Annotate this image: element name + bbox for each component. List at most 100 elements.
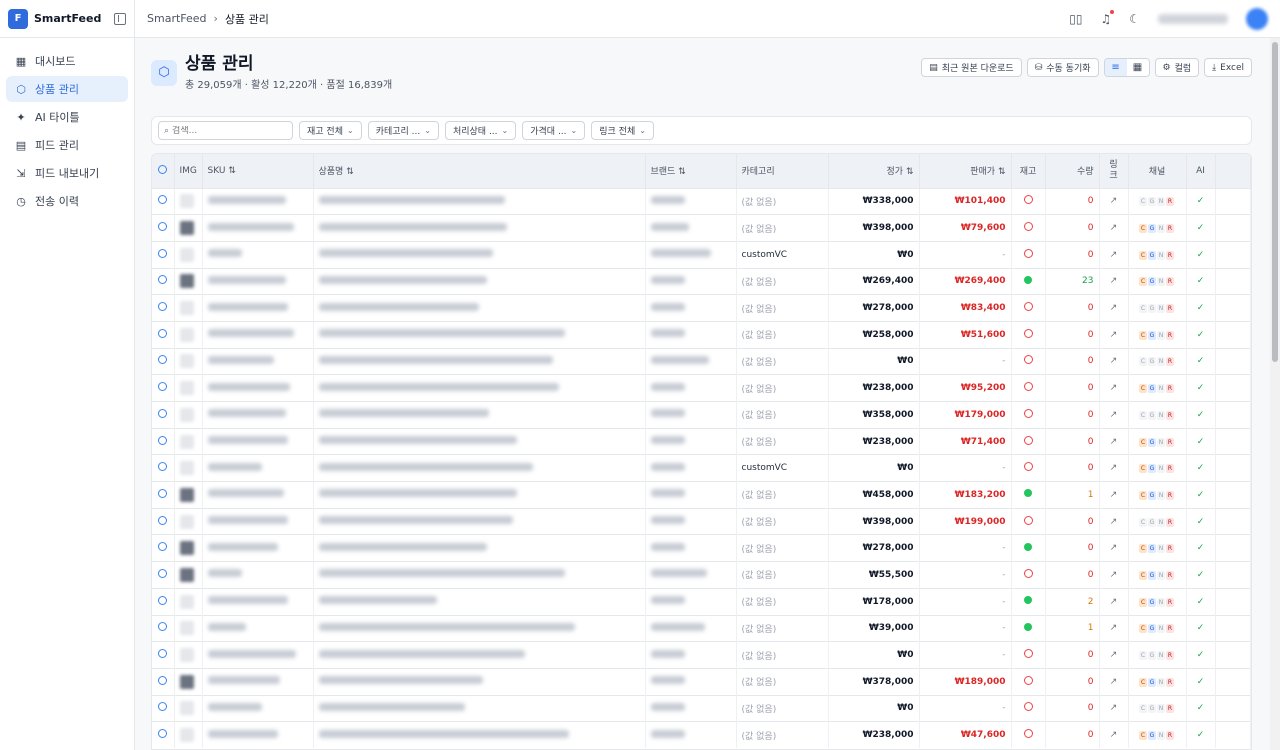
row-select-radio[interactable] xyxy=(152,187,175,215)
row-select-radio[interactable] xyxy=(152,320,175,349)
row-name[interactable] xyxy=(313,561,646,589)
breadcrumb-root[interactable]: SmartFeed xyxy=(147,12,207,25)
row-select-radio[interactable] xyxy=(152,614,175,642)
row-link[interactable]: ↗ xyxy=(1099,267,1129,295)
row-select-radio[interactable] xyxy=(152,401,175,429)
table-row[interactable]: (값 없음) ₩178,000 - 2 ↗ C G N R ✓ xyxy=(152,587,1251,615)
row-select-radio[interactable] xyxy=(152,214,175,242)
row-select-radio[interactable] xyxy=(152,267,175,295)
row-link[interactable]: ↗ xyxy=(1099,561,1129,589)
table-row[interactable]: (값 없음) ₩238,000 ₩71,400 0 ↗ C G N R ✓ xyxy=(152,427,1251,455)
table-row[interactable]: (값 없음) ₩258,000 ₩51,600 0 ↗ C G N R ✓ xyxy=(152,320,1251,349)
row-select-radio[interactable] xyxy=(152,667,175,696)
table-row[interactable]: (값 없음) ₩338,000 ₩101,400 0 ↗ C G N R ✓ xyxy=(152,187,1251,215)
row-link[interactable]: ↗ xyxy=(1099,614,1129,642)
col-sku[interactable]: SKU ⇅ xyxy=(202,154,314,188)
sidebar-collapse-icon[interactable] xyxy=(114,12,126,25)
row-name[interactable] xyxy=(313,721,646,749)
row-link[interactable]: ↗ xyxy=(1099,374,1129,402)
moon-icon[interactable]: ☾ xyxy=(1129,12,1140,26)
row-name[interactable] xyxy=(313,534,646,562)
status-filter[interactable]: 처리상태 ... ⌄ xyxy=(444,121,517,140)
row-link[interactable]: ↗ xyxy=(1099,587,1129,615)
excel-button[interactable]: ⤓ Excel xyxy=(1204,58,1252,77)
row-name[interactable] xyxy=(313,427,646,455)
table-row[interactable]: (값 없음) ₩0 - 0 ↗ C G N R ✓ xyxy=(152,694,1251,722)
stock-filter[interactable]: 재고 전체 ⌄ xyxy=(299,121,362,140)
table-row[interactable]: (값 없음) ₩358,000 ₩179,000 0 ↗ C G N R ✓ xyxy=(152,401,1251,429)
row-link[interactable]: ↗ xyxy=(1099,667,1129,696)
sidebar-item-1[interactable]: ⬡ 상품 관리 xyxy=(6,76,128,102)
row-name[interactable] xyxy=(313,187,646,215)
row-link[interactable]: ↗ xyxy=(1099,240,1129,269)
row-select-radio[interactable] xyxy=(152,534,175,562)
row-select-radio[interactable] xyxy=(152,347,175,375)
row-select-radio[interactable] xyxy=(152,294,175,322)
sidebar-item-3[interactable]: ▤ 피드 관리 xyxy=(6,132,128,158)
link-filter[interactable]: 링크 전체 ⌄ xyxy=(591,121,654,140)
row-name[interactable] xyxy=(313,267,646,295)
table-row[interactable]: (값 없음) ₩238,000 ₩95,200 0 ↗ C G N R ✓ xyxy=(152,374,1251,402)
row-name[interactable] xyxy=(313,587,646,615)
search-box[interactable]: ⌕ xyxy=(158,121,293,140)
row-link[interactable]: ↗ xyxy=(1099,320,1129,349)
table-row[interactable]: (값 없음) ₩0 - 0 ↗ C G N R ✓ xyxy=(152,347,1251,375)
row-name[interactable] xyxy=(313,347,646,375)
row-name[interactable] xyxy=(313,641,646,669)
row-select-radio[interactable] xyxy=(152,481,175,509)
row-select-radio[interactable] xyxy=(152,374,175,402)
table-row[interactable]: (값 없음) ₩398,000 ₩79,600 0 ↗ C G N R ✓ xyxy=(152,214,1251,242)
col-price[interactable]: 정가 ⇅ xyxy=(828,154,920,188)
row-link[interactable]: ↗ xyxy=(1099,641,1129,669)
row-name[interactable] xyxy=(313,401,646,429)
row-name[interactable] xyxy=(313,507,646,535)
columns-button[interactable]: ⚙ 컬럼 xyxy=(1154,58,1200,77)
row-link[interactable]: ↗ xyxy=(1099,507,1129,535)
table-row[interactable]: (값 없음) ₩458,000 ₩183,200 1 ↗ C G N R ✓ xyxy=(152,481,1251,509)
avatar[interactable] xyxy=(1246,7,1268,30)
row-link[interactable]: ↗ xyxy=(1099,214,1129,242)
table-row[interactable]: customVC ₩0 - 0 ↗ C G N R ✓ xyxy=(152,240,1251,269)
table-row[interactable]: (값 없음) ₩278,000 - 0 ↗ C G N R ✓ xyxy=(152,534,1251,562)
row-name[interactable] xyxy=(313,214,646,242)
row-name[interactable] xyxy=(313,454,646,482)
sidebar-item-4[interactable]: ⇲ 피드 내보내기 xyxy=(6,160,128,186)
grid-view-icon[interactable]: ▦ xyxy=(1126,59,1149,76)
sidebar-item-0[interactable]: ▦ 대시보드 xyxy=(6,48,128,74)
manual-sync-button[interactable]: ⛁ 수동 동기화 xyxy=(1026,58,1099,77)
bell-icon[interactable]: ♫ xyxy=(1100,9,1115,26)
col-brand[interactable]: 브랜드 ⇅ xyxy=(645,154,737,188)
row-select-radio[interactable] xyxy=(152,694,175,722)
row-name[interactable] xyxy=(313,667,646,696)
row-link[interactable]: ↗ xyxy=(1099,481,1129,509)
col-sale[interactable]: 판매가 ⇅ xyxy=(919,154,1012,188)
table-row[interactable]: customVC ₩0 - 0 ↗ C G N R ✓ xyxy=(152,454,1251,482)
row-name[interactable] xyxy=(313,374,646,402)
table-row[interactable]: (값 없음) ₩238,000 ₩47,600 0 ↗ C G N R ✓ xyxy=(152,721,1251,749)
row-name[interactable] xyxy=(313,294,646,322)
user-name[interactable] xyxy=(1158,13,1228,24)
row-select-radio[interactable] xyxy=(152,240,175,269)
table-row[interactable]: (값 없음) ₩278,000 ₩83,400 0 ↗ C G N R ✓ xyxy=(152,294,1251,322)
row-select-radio[interactable] xyxy=(152,641,175,669)
sidebar-item-2[interactable]: ✦ AI 타이틀 xyxy=(6,104,128,130)
sidebar-item-5[interactable]: ◷ 전송 이력 xyxy=(6,188,128,214)
row-link[interactable]: ↗ xyxy=(1099,427,1129,455)
col-name[interactable]: 상품명 ⇅ xyxy=(313,154,646,188)
row-link[interactable]: ↗ xyxy=(1099,187,1129,215)
table-row[interactable]: (값 없음) ₩0 - 0 ↗ C G N R ✓ xyxy=(152,641,1251,669)
row-select-radio[interactable] xyxy=(152,561,175,589)
row-select-radio[interactable] xyxy=(152,454,175,482)
price-filter[interactable]: 가격대 ... ⌄ xyxy=(522,121,586,140)
row-name[interactable] xyxy=(313,481,646,509)
table-row[interactable]: (값 없음) ₩378,000 ₩189,000 0 ↗ C G N R ✓ xyxy=(152,667,1251,696)
row-name[interactable] xyxy=(313,614,646,642)
table-row[interactable]: (값 없음) ₩269,400 ₩269,400 23 ↗ C G N R ✓ xyxy=(152,267,1251,295)
row-link[interactable]: ↗ xyxy=(1099,694,1129,722)
table-row[interactable]: (값 없음) ₩398,000 ₩199,000 0 ↗ C G N R ✓ xyxy=(152,507,1251,535)
row-link[interactable]: ↗ xyxy=(1099,534,1129,562)
table-row[interactable]: (값 없음) ₩55,500 - 0 ↗ C G N R ✓ xyxy=(152,561,1251,589)
row-link[interactable]: ↗ xyxy=(1099,347,1129,375)
row-link[interactable]: ↗ xyxy=(1099,401,1129,429)
category-filter[interactable]: 카테고리 ... ⌄ xyxy=(367,121,439,140)
